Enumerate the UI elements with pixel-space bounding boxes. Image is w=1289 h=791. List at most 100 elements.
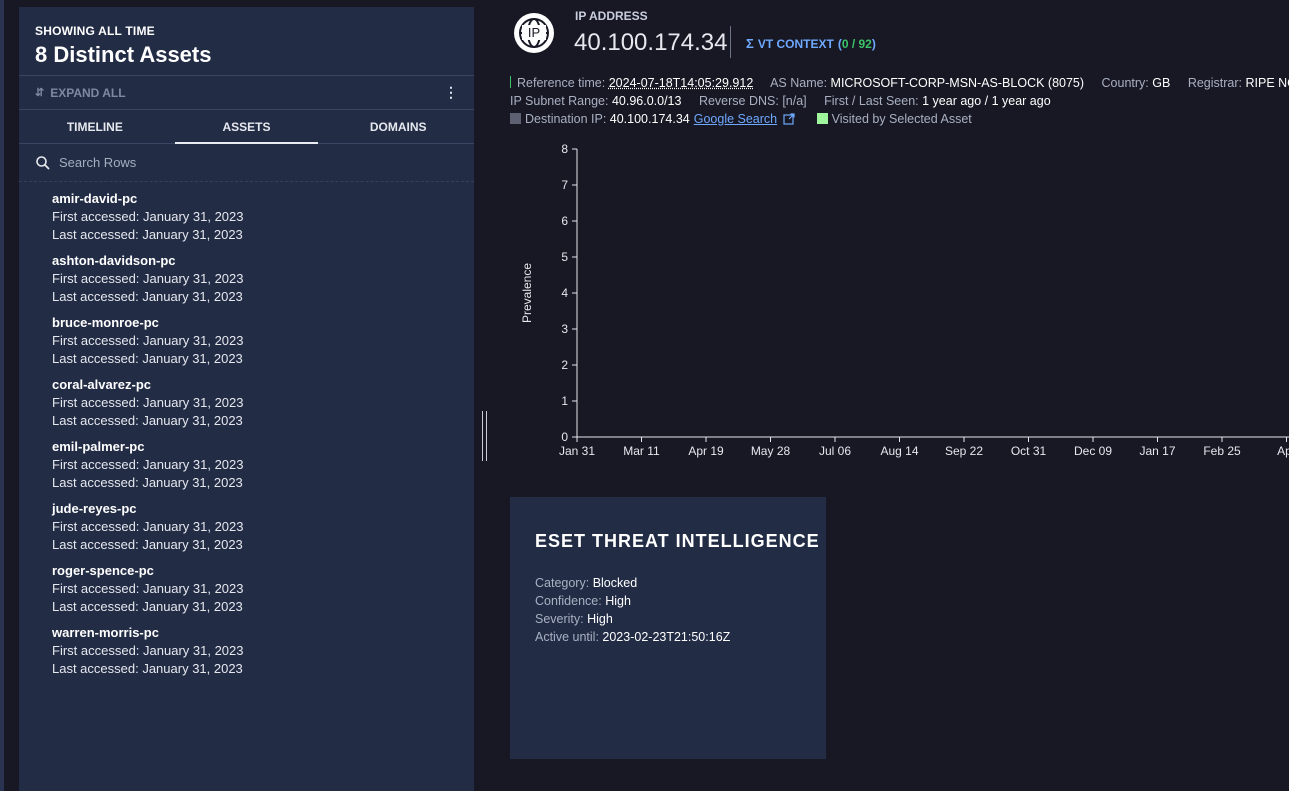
y-tick-label: 3	[561, 322, 568, 336]
reference-marker	[510, 76, 511, 88]
more-options-icon[interactable]: ⋮	[444, 84, 458, 101]
x-tick-label: Oct 31	[1011, 444, 1047, 458]
x-tick-label: Dec 09	[1074, 444, 1112, 458]
x-tick-label: Aug 14	[880, 444, 918, 458]
y-tick-label: 4	[561, 286, 568, 300]
as-name: MICROSOFT-CORP-MSN-AS-BLOCK (8075)	[830, 76, 1085, 90]
panel-header: SHOWING ALL TIME 8 Distinct Assets	[19, 7, 474, 76]
last-accessed: Last accessed: January 31, 2023	[52, 475, 243, 490]
vt-context-button[interactable]: Σ VT CONTEXT (0 / 92)	[746, 36, 876, 51]
x-tick-label: Jan 31	[559, 444, 595, 458]
asset-name: ashton-davidson-pc	[52, 253, 176, 268]
first-accessed: First accessed: January 31, 2023	[52, 457, 244, 472]
registrar: RIPE NCC	[1245, 76, 1289, 90]
y-tick-label: 7	[561, 178, 568, 192]
eset-confidence: High	[605, 594, 631, 608]
eset-category: Blocked	[592, 576, 638, 590]
last-accessed: Last accessed: January 31, 2023	[52, 227, 243, 242]
prevalence-chart: 0 1 2 3 4 5 6 7 8 Jan 31 Mar 11 Apr 19 May 28 Jul 06 A…	[520, 142, 1289, 458]
y-tick-label: 1	[561, 394, 568, 408]
x-tick-label: May 28	[751, 444, 791, 458]
asset-name: warren-morris-pc	[52, 625, 159, 640]
list-item[interactable]: bruce-monroe-pc First accessed: January …	[52, 314, 474, 376]
first-accessed: First accessed: January 31, 2023	[52, 581, 244, 596]
y-tick-label: 0	[561, 430, 568, 444]
list-item[interactable]: amir-david-pc First accessed: January 31…	[52, 190, 474, 252]
first-accessed: First accessed: January 31, 2023	[52, 519, 244, 534]
globe-ip-icon: IP	[514, 13, 554, 53]
y-tick-label: 5	[561, 250, 568, 264]
last-accessed: Last accessed: January 31, 2023	[52, 289, 243, 304]
last-accessed: Last accessed: January 31, 2023	[52, 537, 243, 552]
asset-name: roger-spence-pc	[52, 563, 154, 578]
asset-name: jude-reyes-pc	[52, 501, 137, 516]
x-tick-label: Jan 17	[1139, 444, 1175, 458]
last-accessed: Last accessed: January 31, 2023	[52, 351, 243, 366]
asset-list: amir-david-pc First accessed: January 31…	[19, 182, 474, 686]
vt-context-label: VT CONTEXT	[757, 36, 834, 51]
sigma-icon: Σ	[746, 36, 754, 51]
meta-row-1: Reference time: 2024-07-18T14:05:29.912 …	[510, 76, 1289, 90]
left-edge-strip	[0, 0, 4, 791]
header-divider	[730, 26, 731, 58]
x-tick-label: Feb 25	[1203, 444, 1241, 458]
distinct-assets-title: 8 Distinct Assets	[35, 42, 212, 67]
eset-title: ESET THREAT INTELLIGENCE	[535, 531, 820, 551]
list-item[interactable]: coral-alvarez-pc First accessed: January…	[52, 376, 474, 438]
list-item[interactable]: jude-reyes-pc First accessed: January 31…	[52, 500, 474, 562]
reference-time: 2024-07-18T14:05:29.912	[608, 76, 754, 90]
panel-resize-handle[interactable]	[482, 411, 487, 461]
country: GB	[1152, 76, 1171, 90]
destination-legend-swatch	[510, 113, 521, 124]
x-tick-label: Mar 11	[623, 444, 660, 458]
tab-domains[interactable]: DOMAINS	[322, 110, 474, 143]
x-tick-label: Apr 19	[688, 444, 724, 458]
list-item[interactable]: ashton-davidson-pc First accessed: Janua…	[52, 252, 474, 314]
expand-row: ⇵ EXPAND ALL ⋮	[19, 76, 474, 110]
tab-assets[interactable]: ASSETS	[171, 110, 323, 144]
last-accessed: Last accessed: January 31, 2023	[52, 413, 243, 428]
y-tick-label: 6	[561, 214, 568, 228]
last-accessed: Last accessed: January 31, 2023	[52, 661, 243, 676]
list-item[interactable]: emil-palmer-pc First accessed: January 3…	[52, 438, 474, 500]
ip-address-value: 40.100.174.34	[574, 29, 728, 56]
first-accessed: First accessed: January 31, 2023	[52, 271, 244, 286]
asset-name: emil-palmer-pc	[52, 439, 145, 454]
y-tick-label: 2	[561, 358, 568, 372]
first-accessed: First accessed: January 31, 2023	[52, 333, 244, 348]
showing-label: SHOWING ALL TIME	[35, 24, 155, 38]
list-item[interactable]: roger-spence-pc First accessed: January …	[52, 562, 474, 624]
first-accessed: First accessed: January 31, 2023	[52, 209, 244, 224]
x-tick-label: Jul 06	[819, 444, 851, 458]
google-search-link[interactable]: Google Search	[694, 112, 777, 126]
assets-panel: SHOWING ALL TIME 8 Distinct Assets ⇵ EXP…	[19, 7, 474, 791]
first-last-seen: 1 year ago / 1 year ago	[922, 94, 1051, 108]
eset-details: Category: Blocked Confidence: High Sever…	[535, 576, 731, 644]
eset-severity: High	[587, 612, 613, 626]
y-axis-title: Prevalence	[520, 263, 534, 323]
external-link-icon[interactable]	[783, 113, 795, 125]
tab-timeline[interactable]: TIMELINE	[19, 110, 171, 143]
first-accessed: First accessed: January 31, 2023	[52, 643, 244, 658]
x-tick-label: Apr	[1277, 444, 1289, 458]
eset-card: ESET THREAT INTELLIGENCE Category: Block…	[510, 497, 826, 759]
vt-ratio: 0 / 92	[841, 36, 872, 51]
search-bar	[19, 144, 474, 182]
x-tick-label: Sep 22	[945, 444, 983, 458]
visited-legend-label: Visited by Selected Asset	[831, 112, 972, 126]
list-item[interactable]: warren-morris-pc First accessed: January…	[52, 624, 474, 686]
asset-name: amir-david-pc	[52, 191, 138, 206]
svg-text:IP: IP	[528, 25, 540, 40]
search-input[interactable]	[59, 155, 439, 170]
meta-row-3: Destination IP: 40.100.174.34 Google Sear…	[510, 112, 972, 126]
expand-all-button[interactable]: EXPAND ALL	[50, 86, 125, 100]
ip-address-label: IP ADDRESS	[575, 9, 648, 23]
y-tick-label: 8	[561, 142, 568, 156]
search-icon	[36, 155, 50, 170]
asset-name: bruce-monroe-pc	[52, 315, 159, 330]
eset-active-until: 2023-02-23T21:50:16Z	[602, 630, 731, 644]
panel-tabs: TIMELINE ASSETS DOMAINS	[19, 110, 474, 144]
subnet-range: 40.96.0.0/13	[611, 94, 682, 108]
meta-row-2: IP Subnet Range: 40.96.0.0/13 Reverse DN…	[510, 94, 1051, 108]
asset-name: coral-alvarez-pc	[52, 377, 151, 392]
